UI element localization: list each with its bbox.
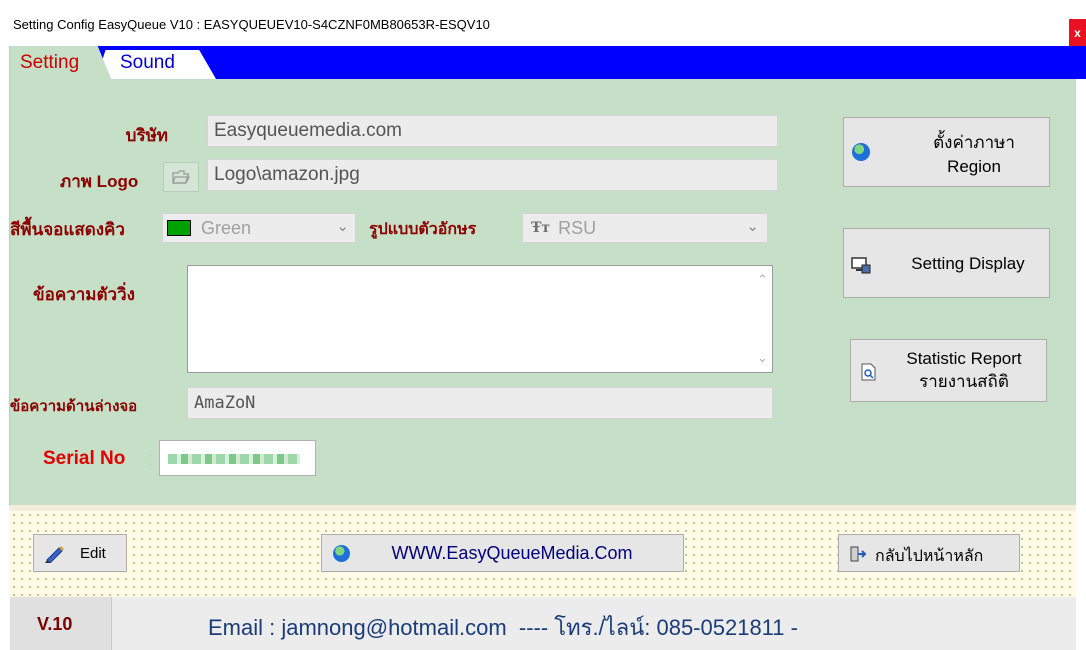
folder-icon (172, 170, 190, 184)
close-button[interactable]: x (1069, 19, 1086, 46)
logo-label: ภาพ Logo (60, 172, 139, 191)
exit-door-icon (849, 545, 867, 568)
browse-logo-button[interactable] (163, 162, 199, 192)
serial-blurred-value (168, 454, 300, 464)
bgcolor-select[interactable]: Green ⌄ (162, 213, 356, 243)
font-label: รูปแบบตัวอักษร (369, 221, 477, 238)
color-swatch-icon (167, 220, 191, 236)
website-label: WWW.EasyQueueMedia.Com (391, 543, 633, 563)
font-select[interactable]: Ŧт RSU ⌄ (522, 213, 768, 243)
region-label-line2: Region (947, 157, 1001, 176)
company-label: บริษัท (125, 126, 168, 145)
window-right-edge (1076, 46, 1086, 650)
footer-text-field[interactable]: AmaZoN (187, 387, 773, 419)
scroll-down-icon[interactable]: ⌄ (757, 350, 768, 366)
edit-label: Edit (80, 545, 106, 562)
company-field[interactable]: Easyqueuemedia.com (207, 115, 778, 147)
report-icon (861, 363, 877, 386)
panel-border (9, 46, 10, 506)
marquee-textarea[interactable]: ⌃ ⌄ (187, 265, 773, 373)
serial-field[interactable] (159, 440, 316, 476)
serial-label: Serial No (43, 448, 126, 469)
bgcolor-label: สีพื้นจอแสดงคิว (10, 220, 125, 239)
marquee-label: ข้อความตัววิ่ง (33, 285, 135, 304)
monitor-icon (851, 257, 871, 280)
textarea-scrollbar[interactable]: ⌃ ⌄ (752, 266, 772, 372)
statistic-report-button[interactable]: Statistic Report รายงานสถิติ (850, 339, 1047, 402)
back-home-button[interactable]: กลับไปหน้าหลัก (838, 534, 1020, 572)
region-label-line1: ตั้งค่าภาษา (933, 133, 1015, 152)
report-label-line2: รายงานสถิติ (919, 372, 1009, 391)
font-value: RSU (558, 217, 597, 238)
tab-sound-label[interactable]: Sound (120, 52, 175, 74)
back-home-label: กลับไปหน้าหลัก (875, 548, 984, 565)
report-label-line1: Statistic Report (906, 349, 1022, 368)
version-label: V.10 (37, 614, 73, 634)
website-button[interactable]: WWW.EasyQueueMedia.Com (321, 534, 684, 572)
pencil-icon (44, 543, 66, 568)
chevron-down-icon: ⌄ (336, 218, 349, 235)
font-type-icon: Ŧт (531, 220, 551, 236)
contact-info: Email : jamnong@hotmail.com ---- โทร./ไล… (208, 615, 798, 640)
scroll-up-icon[interactable]: ⌃ (757, 272, 768, 288)
footer-text-label: ข้อความด้านล่างจอ (10, 398, 138, 415)
window-title: Setting Config EasyQueue V10 : EASYQUEUE… (13, 17, 490, 32)
region-settings-button[interactable]: ตั้งค่าภาษา Region (843, 117, 1050, 187)
serial-separator: : (148, 449, 154, 469)
logo-path-field[interactable]: Logo\amazon.jpg (207, 159, 778, 191)
setting-display-label: Setting Display (911, 254, 1025, 273)
setting-display-button[interactable]: Setting Display (843, 228, 1050, 298)
bgcolor-value: Green (201, 217, 252, 238)
globe-icon (333, 545, 350, 562)
tab-setting-label[interactable]: Setting (20, 52, 79, 74)
chevron-down-icon: ⌄ (746, 218, 759, 235)
globe-icon (852, 143, 870, 161)
edit-button[interactable]: Edit (33, 534, 127, 572)
